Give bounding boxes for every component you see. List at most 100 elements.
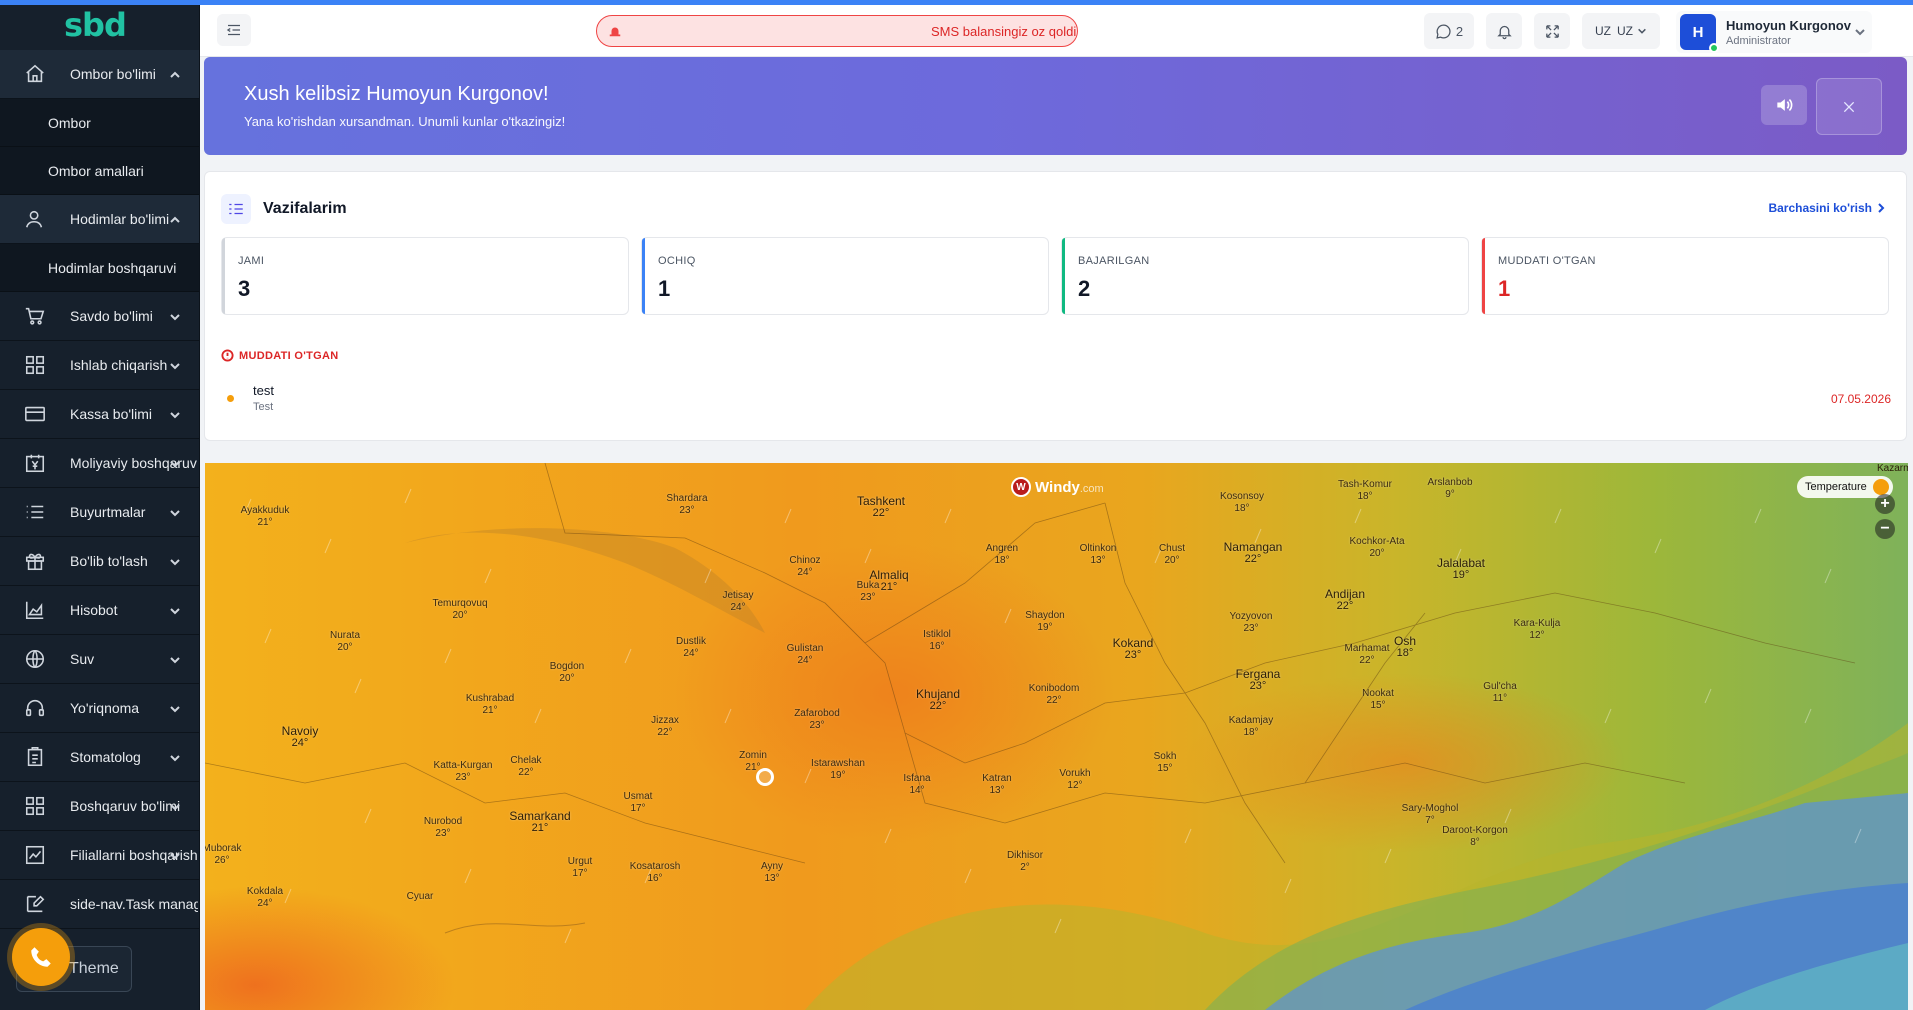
map-city-label: Dikhisor 2° <box>1007 850 1043 874</box>
map-city-label: Shardara 23° <box>666 493 707 517</box>
map-city-label: Istiklol 16° <box>923 629 951 653</box>
language-flag-code: UZ <box>1595 24 1611 38</box>
zoom-in-button[interactable]: + <box>1875 494 1895 514</box>
map-city-label: Cyuar <box>407 891 434 903</box>
stat-completed[interactable]: BAJARILGAN 2 <box>1061 237 1469 315</box>
zoom-out-button[interactable]: − <box>1875 519 1895 539</box>
city-name: Gul'cha <box>1483 681 1517 692</box>
map-city-label: Andijan 22° <box>1325 588 1365 612</box>
language-select[interactable]: UZ UZ <box>1582 13 1660 49</box>
city-temperature: 22° <box>1359 655 1375 666</box>
sidebar-item-dentist[interactable]: Stomatolog <box>0 733 199 782</box>
logo[interactable]: sbd <box>0 0 199 50</box>
sidebar-item-task-manager[interactable]: side-nav.Task manager <box>0 880 199 929</box>
alarm-icon <box>609 27 621 37</box>
messages-button[interactable]: 2 <box>1424 13 1474 49</box>
sidebar-item-warehouse[interactable]: Ombor bo'limi <box>0 50 199 99</box>
sidebar-item-employees[interactable]: Hodimlar bo'limi <box>0 195 199 244</box>
sidebar-item-cashbox[interactable]: Kassa bo'limi <box>0 390 199 439</box>
headphones-icon <box>0 697 70 719</box>
city-temperature: 13° <box>989 785 1005 796</box>
sidebar-item-branches[interactable]: Filiallarni boshqarish <box>0 831 199 880</box>
avatar: H <box>1680 14 1719 53</box>
map-city-label: Gul'cha 11° <box>1483 681 1517 705</box>
city-temperature: 19° <box>1452 569 1470 581</box>
map-city-label: Yozyovon 23° <box>1230 611 1273 635</box>
weather-map[interactable]: Ayakkuduk 21° Shardara 23° Tashkent 22° Kosons… <box>205 463 1908 1010</box>
map-city-label: Osh 18° <box>1394 635 1416 659</box>
map-city-label: Navoiy 24° <box>282 725 319 749</box>
close-icon <box>1843 101 1855 112</box>
sidebar-item-finance[interactable]: Moliyaviy boshqaruv <box>0 439 199 488</box>
windy-logo[interactable]: W Windy .com <box>1011 477 1104 497</box>
see-all-link[interactable]: Barchasini ko'rish <box>1768 201 1886 215</box>
sidebar-item-guide[interactable]: Yo'riqnoma <box>0 684 199 733</box>
map-city-label: Vorukh 12° <box>1059 768 1090 792</box>
map-layer-selector[interactable]: Temperature <box>1797 476 1893 498</box>
fullscreen-button[interactable] <box>1534 13 1570 49</box>
map-city-label: Kosatarosh 16° <box>630 861 681 885</box>
city-name: Cyuar <box>406 891 434 902</box>
stat-total[interactable]: JAMI 3 <box>221 237 629 315</box>
sidebar-item-management[interactable]: Boshqaruv bo'limi <box>0 782 199 831</box>
task-description: Test <box>253 401 274 413</box>
chat-icon <box>1436 23 1451 39</box>
stat-accent-bar <box>1482 238 1485 314</box>
city-temperature: 20° <box>1164 555 1180 566</box>
map-city-label: Katran 13° <box>982 773 1011 797</box>
map-city-label: Katta-Kurgan 23° <box>434 760 493 784</box>
city-name: Usmat <box>623 791 653 802</box>
sidebar-item-production[interactable]: Ishlab chiqarish <box>0 341 199 390</box>
stat-open[interactable]: OCHIQ 1 <box>641 237 1049 315</box>
task-due-date: 07.05.2026 <box>1830 392 1891 406</box>
city-name: Gulistan <box>786 643 824 654</box>
sidebar-item-sales[interactable]: Savdo bo'limi <box>0 292 199 341</box>
sidebar-item-water[interactable]: Suv <box>0 635 199 684</box>
globe-icon <box>0 648 70 670</box>
menu-toggle-button[interactable] <box>217 14 251 46</box>
city-name: Jetisay <box>722 590 754 601</box>
chevron-down-icon <box>169 800 181 812</box>
city-temperature: 24° <box>257 898 273 909</box>
welcome-subtitle: Yana ko'rishdan xursandman. Unumli kunla… <box>244 114 566 129</box>
sidebar-subitem-warehouse[interactable]: Ombor <box>0 99 199 147</box>
sms-balance-alert[interactable]: SMS balansingiz oz qoldi <box>596 15 1078 47</box>
city-name: Kosonsoy <box>1220 491 1264 502</box>
city-name: Bogdon <box>549 661 585 672</box>
sidebar-subitem-warehouse-operations[interactable]: Ombor amallari <box>0 147 199 195</box>
city-name: Khujand <box>915 687 961 701</box>
city-temperature: 20° <box>559 673 575 684</box>
sidebar-subitem-employee-management[interactable]: Hodimlar boshqaruvi <box>0 244 199 292</box>
sound-toggle-button[interactable] <box>1761 85 1807 125</box>
location-marker-icon <box>756 768 774 786</box>
tasks-title: Vazifalarim <box>263 200 347 217</box>
map-city-label: Temurqovuq 20° <box>432 598 487 622</box>
city-name: Shardara <box>666 493 708 504</box>
welcome-banner: Xush kelibsiz Humoyun Kurgonov! Yana ko'… <box>204 57 1907 155</box>
map-city-label: Marhamat 22° <box>1344 643 1389 667</box>
welcome-title: Xush kelibsiz Humoyun Kurgonov! <box>244 83 549 105</box>
user-menu[interactable]: H Humoyun Kurgonov Administrator <box>1676 11 1872 53</box>
city-temperature: 13° <box>764 873 780 884</box>
stat-value: 3 <box>238 276 251 301</box>
city-name: Konibodom <box>1028 683 1080 694</box>
close-banner-button[interactable] <box>1816 78 1882 135</box>
city-temperature: 23° <box>1243 623 1259 634</box>
sidebar-item-installments[interactable]: Bo'lib to'lash <box>0 537 199 586</box>
city-name: Kosatarosh <box>629 861 681 872</box>
city-temperature: 16° <box>647 873 663 884</box>
clipboard-icon <box>0 746 70 768</box>
sidebar-item-orders[interactable]: Buyurtmalar <box>0 488 199 537</box>
stat-label: BAJARILGAN <box>1078 255 1150 267</box>
city-temperature: 17° <box>572 868 588 879</box>
temperature-map-background <box>205 463 1908 1010</box>
sidebar-item-reports[interactable]: Hisobot <box>0 586 199 635</box>
city-temperature: 12° <box>1529 630 1545 641</box>
stat-overdue[interactable]: MUDDATI O'TGAN 1 <box>1481 237 1889 315</box>
city-name: Chelak <box>510 755 542 766</box>
task-row[interactable]: test Test 07.05.2026 <box>221 380 1891 416</box>
alert-circle-icon <box>221 349 234 362</box>
map-city-label: Isfana 14° <box>903 773 930 797</box>
notifications-button[interactable] <box>1486 13 1522 49</box>
phone-call-button[interactable] <box>12 928 70 986</box>
